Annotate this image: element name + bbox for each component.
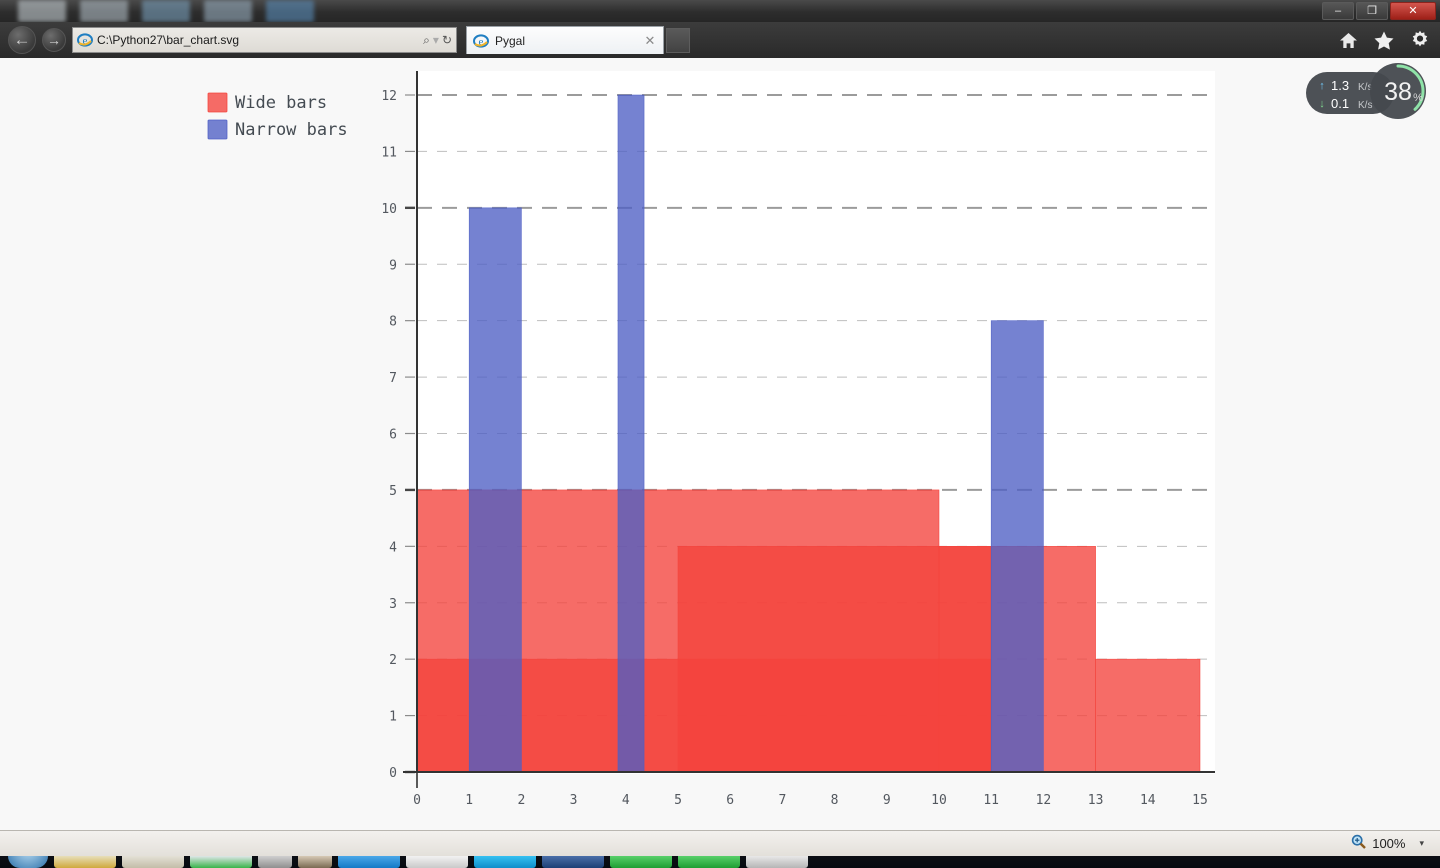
- y-axis-tick-label: 12: [381, 89, 397, 104]
- upload-value: 1.3: [1331, 78, 1349, 93]
- x-axis-tick-label: 5: [674, 793, 682, 808]
- search-icon[interactable]: ⌕: [423, 33, 430, 48]
- gear-icon[interactable]: [1410, 30, 1430, 50]
- maximize-restore-button[interactable]: ❐: [1356, 2, 1388, 20]
- start-button[interactable]: [8, 856, 48, 868]
- bar: [617, 94, 645, 773]
- bar: [1095, 658, 1201, 773]
- pygal-bar-chart: 01234567891011120 1 2 3 4 5 6 7 8 9 10 11 12 13 14 15Wi…: [0, 58, 1440, 830]
- taskbar-item[interactable]: [542, 856, 604, 868]
- status-bar: 100% ▾: [0, 830, 1440, 856]
- cpu-percent-unit: %: [1413, 92, 1423, 104]
- forward-arrow-icon: →: [47, 32, 61, 48]
- download-value: 0.1: [1331, 96, 1349, 111]
- x-axis-tick-label: 11: [983, 793, 999, 808]
- taskbar-item[interactable]: [474, 856, 536, 868]
- x-axis-tick-label: 0: [413, 793, 421, 808]
- x-axis-tick-label: 8: [831, 793, 839, 808]
- windows-taskbar: [0, 856, 1440, 868]
- thumbnail-preview: [142, 0, 190, 22]
- taskbar-item[interactable]: [338, 856, 400, 868]
- browser-tab[interactable]: e Pygal ✕: [466, 26, 664, 54]
- y-axis-tick-label: 9: [389, 258, 397, 273]
- x-axis-tick-label: 1: [465, 793, 473, 808]
- x-axis-tick-label: 4: [622, 793, 630, 808]
- y-axis-tick-label: 4: [389, 540, 397, 555]
- x-axis-tick-label: 2: [517, 793, 525, 808]
- home-icon[interactable]: [1339, 32, 1358, 49]
- taskbar-item[interactable]: [190, 856, 252, 868]
- y-axis-tick-label: 5: [389, 484, 397, 499]
- browser-window: – ❐ ✕ ← → e C:\Python27\bar_chart.svg ⌕ …: [0, 0, 1440, 868]
- y-axis-tick-label: 7: [389, 371, 397, 386]
- thumbnail-preview: [80, 0, 128, 22]
- window-controls: – ❐ ✕: [1322, 2, 1436, 20]
- thumbnail-preview: [204, 0, 252, 22]
- address-bar[interactable]: e C:\Python27\bar_chart.svg ⌕ ▾ ↻: [72, 27, 457, 53]
- download-arrow-icon: ↓: [1319, 98, 1325, 110]
- x-axis-tick-label: 12: [1036, 793, 1052, 808]
- bar: [468, 207, 522, 773]
- thumbnail-preview: [18, 0, 66, 22]
- address-input[interactable]: C:\Python27\bar_chart.svg: [97, 33, 423, 47]
- network-speed-widget[interactable]: ↑ 1.3 K/s ↓ 0.1 K/s 38 %: [1306, 62, 1428, 120]
- y-axis-tick-label: 8: [389, 315, 397, 330]
- y-axis-tick-label: 3: [389, 597, 397, 612]
- zoom-icon: [1351, 834, 1367, 852]
- taskbar-item[interactable]: [122, 856, 184, 868]
- taskbar-item[interactable]: [678, 856, 740, 868]
- tab-close-icon[interactable]: ✕: [643, 33, 657, 49]
- tab-favicon-icon: e: [473, 33, 489, 49]
- upload-arrow-icon: ↑: [1319, 80, 1325, 92]
- y-axis-tick-label: 1: [389, 710, 397, 725]
- x-axis-tick-label: 7: [778, 793, 786, 808]
- y-axis-tick-label: 2: [389, 653, 397, 668]
- tab-title: Pygal: [495, 33, 526, 48]
- x-axis-tick-label: 9: [883, 793, 891, 808]
- legend-swatch: [207, 92, 228, 113]
- x-axis-tick-label: 14: [1140, 793, 1156, 808]
- download-unit: K/s: [1358, 100, 1372, 111]
- taskbar-item[interactable]: [610, 856, 672, 868]
- x-axis-tick-label: 6: [726, 793, 734, 808]
- address-bar-tools: ⌕ ▾ ↻: [423, 33, 452, 48]
- x-axis-tick-label: 10: [931, 793, 947, 808]
- window-title-bar: – ❐ ✕: [0, 0, 1440, 22]
- zoom-dropdown-icon[interactable]: ▾: [1419, 838, 1424, 849]
- x-axis-tick-label: 13: [1088, 793, 1104, 808]
- browser-toolbar: ← → e C:\Python27\bar_chart.svg ⌕ ▾ ↻ e …: [0, 22, 1440, 58]
- legend-swatch: [207, 119, 228, 140]
- page-content: 0 1 2 3 4 5 6 7 8 9 10 11 12 0 1 2 3 4 5 6 7 8 9 10 11 12 13 14 15 Wi…: [0, 58, 1440, 830]
- address-dropdown-icon[interactable]: ▾: [433, 33, 439, 47]
- refresh-icon[interactable]: ↻: [442, 33, 452, 47]
- toolbar-icons: [1339, 30, 1430, 50]
- forward-button[interactable]: →: [42, 28, 66, 52]
- ie-favicon-icon: e: [77, 32, 93, 48]
- y-axis-tick-label: 10: [381, 202, 397, 217]
- x-axis-tick-label: 15: [1192, 793, 1208, 808]
- taskbar-item[interactable]: [54, 856, 116, 868]
- legend-label: Wide bars: [235, 93, 327, 113]
- taskbar-item[interactable]: [746, 856, 808, 868]
- zoom-control[interactable]: 100% ▾: [1351, 834, 1424, 852]
- taskbar-item[interactable]: [258, 856, 292, 868]
- cpu-percent-value: 38: [1384, 78, 1412, 106]
- taskbar-item[interactable]: [406, 856, 468, 868]
- y-axis-tick-label: 6: [389, 428, 397, 443]
- legend-label: Narrow bars: [235, 120, 348, 140]
- bar: [990, 320, 1044, 773]
- minimize-button[interactable]: –: [1322, 2, 1354, 20]
- taskbar-item[interactable]: [298, 856, 332, 868]
- back-button[interactable]: ←: [8, 26, 36, 54]
- star-icon[interactable]: [1374, 31, 1394, 50]
- thumbnail-preview: [266, 0, 314, 22]
- y-axis-tick-label: 11: [381, 145, 397, 160]
- back-arrow-icon: ←: [13, 30, 31, 49]
- taskbar-thumbnail-previews: [0, 0, 420, 22]
- close-button[interactable]: ✕: [1390, 2, 1436, 20]
- new-tab-button[interactable]: [666, 28, 690, 53]
- y-axis-tick-label: 0: [389, 766, 397, 781]
- zoom-level-label: 100%: [1372, 835, 1406, 851]
- x-axis-tick-label: 3: [570, 793, 578, 808]
